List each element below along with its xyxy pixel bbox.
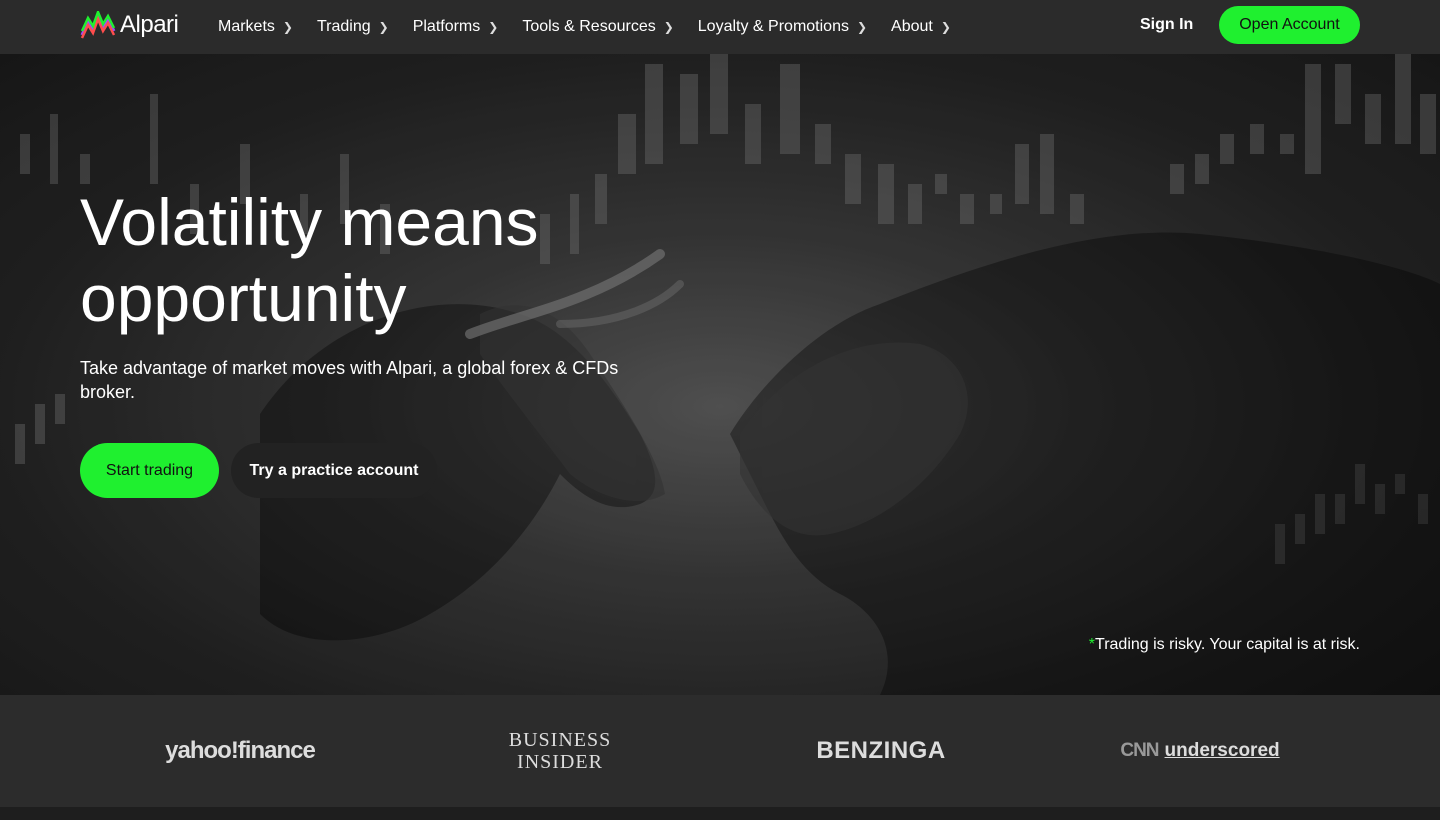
bi-line-2: INSIDER: [517, 751, 603, 773]
nav-item-tools-resources[interactable]: Tools & Resources ❯: [522, 18, 673, 36]
open-account-button[interactable]: Open Account: [1219, 6, 1360, 44]
business-insider-logo: BUSINESS INSIDER: [500, 695, 620, 807]
nav-label: Tools & Resources: [522, 18, 656, 35]
nav-item-platforms[interactable]: Platforms ❯: [413, 18, 499, 36]
nav-label: About: [891, 18, 933, 35]
sign-in-link[interactable]: Sign In: [1140, 16, 1193, 34]
bi-line-1: BUSINESS: [508, 729, 612, 751]
nav-item-about[interactable]: About ❯: [891, 18, 951, 36]
nav-item-markets[interactable]: Markets ❯: [218, 18, 293, 36]
risk-text: Trading is risky. Your capital is at ris…: [1095, 636, 1360, 653]
nav-item-trading[interactable]: Trading ❯: [317, 18, 389, 36]
nav-label: Loyalty & Promotions: [697, 18, 849, 35]
alpari-chart-logo-icon: [80, 11, 116, 39]
press-logos-bar: yahoo!finance BUSINESS INSIDER BENZINGA …: [0, 695, 1440, 807]
headline-line-1: Volatility means: [80, 185, 539, 259]
headline-line-2: opportunity: [80, 261, 407, 335]
chevron-right-icon: ❯: [488, 20, 499, 34]
alpari-logo[interactable]: Alpari: [80, 5, 179, 45]
cnn-mark: CNN: [1120, 740, 1159, 761]
page-bottom-strip: [0, 807, 1440, 820]
nav-label: Platforms: [412, 18, 481, 35]
logo-text: Alpari: [120, 11, 179, 38]
practice-account-button[interactable]: Try a practice account: [231, 443, 437, 498]
nav-item-loyalty-promotions[interactable]: Loyalty & Promotions ❯: [698, 18, 867, 36]
chevron-right-icon: ❯: [940, 20, 951, 34]
main-nav: Markets ❯ Trading ❯ Platforms ❯ Tools & Res…: [218, 0, 975, 54]
chevron-right-icon: ❯: [282, 20, 293, 34]
hero-headline: Volatility means opportunity: [80, 184, 700, 336]
underscored-text: underscored: [1164, 740, 1280, 761]
hero-subtext: Take advantage of market moves with Alpa…: [80, 358, 619, 402]
chevron-right-icon: ❯: [663, 20, 674, 34]
top-navigation-bar: Alpari Markets ❯ Trading ❯ Platforms ❯ Tool…: [0, 0, 1440, 54]
hero-section: Volatility means opportunity Take advant…: [0, 54, 1440, 695]
benzinga-logo: BENZINGA: [816, 737, 946, 764]
chevron-right-icon: ❯: [378, 20, 389, 34]
cnn-underscored-logo: CNN underscored: [1120, 695, 1280, 807]
chevron-right-icon: ❯: [856, 20, 868, 34]
nav-label: Trading: [316, 18, 371, 35]
start-trading-button[interactable]: Start trading: [80, 443, 219, 498]
yahoo-finance-logo: yahoo!finance: [165, 737, 316, 764]
risk-warning: *Trading is risky. Your capital is at ri…: [1089, 636, 1360, 654]
nav-label: Markets: [218, 18, 275, 35]
